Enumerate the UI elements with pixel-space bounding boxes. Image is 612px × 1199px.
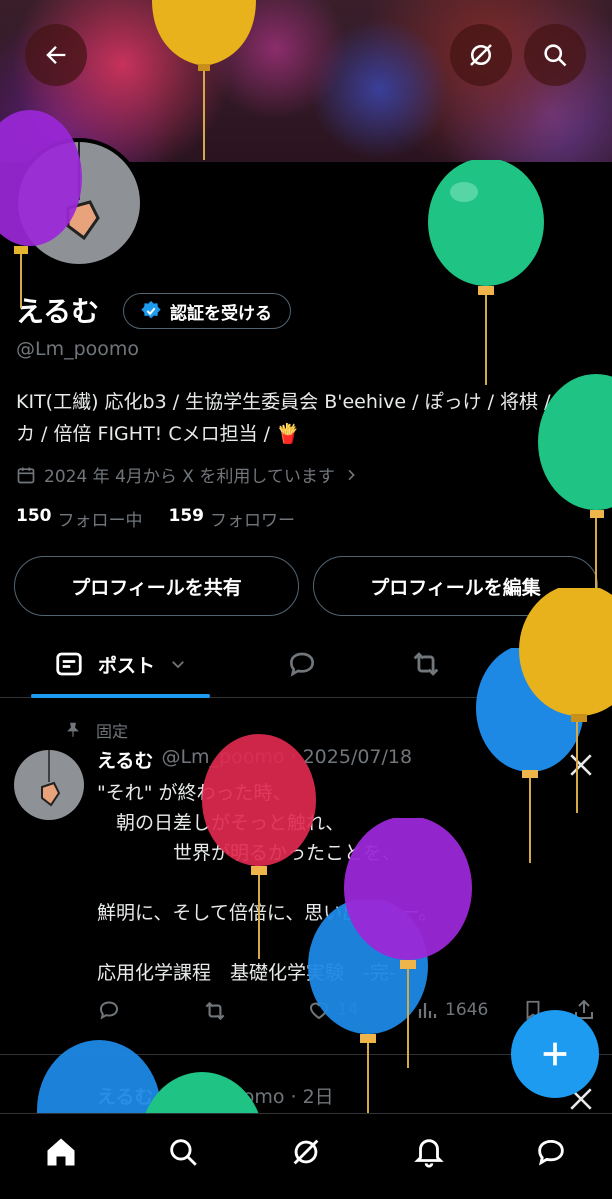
back-button[interactable] <box>25 24 87 86</box>
post-author-name[interactable]: えるむ <box>97 746 153 773</box>
chevron-right-icon <box>348 469 355 480</box>
profile-bio: KIT(工繊) 応化b3 / 生協学生委員会 B'eehive / ぽっけ / … <box>16 391 595 445</box>
search-icon <box>170 1139 197 1166</box>
follow-stats: 150 フォロー中 159 フォロワー <box>16 506 295 531</box>
repost-icon <box>205 1001 225 1021</box>
edit-profile-button[interactable]: プロフィールを編集 <box>313 556 598 616</box>
post-avatar[interactable] <box>14 750 84 820</box>
joined-label: 2024 年 4月から X を利用しています <box>44 467 335 487</box>
views-button[interactable]: 1646 <box>415 998 488 1022</box>
heart-icon <box>309 1002 329 1020</box>
profile-handle: @Lm_poomo <box>16 338 140 360</box>
get-verified-button[interactable]: 認証を受ける <box>123 293 291 329</box>
like-count: 14 <box>337 1000 359 1020</box>
nav-notifications[interactable] <box>409 1132 449 1172</box>
post-handle-date[interactable]: @Lm_poomo · 2025/07/18 <box>161 746 412 773</box>
bottom-navigation <box>0 1113 612 1199</box>
balloon-green <box>428 160 544 385</box>
followers-count[interactable]: 159 <box>169 506 205 531</box>
followers-label[interactable]: フォロワー <box>210 506 295 531</box>
get-verified-label: 認証を受ける <box>170 303 272 324</box>
joined-date[interactable]: 2024 年 4月から X を利用しています <box>16 462 359 487</box>
post-text: "それ" が終わった時、 朝の日差しがそっと触れ、 世界が明るかったことを、 鮮… <box>97 782 438 984</box>
verified-badge-icon <box>141 300 161 319</box>
post2-author-name[interactable]: えるむ <box>97 1082 153 1109</box>
chevron-down-icon <box>172 661 184 669</box>
pin-icon <box>67 722 79 737</box>
nav-messages[interactable] <box>531 1132 571 1172</box>
repost-button[interactable] <box>202 998 228 1024</box>
analytics-icon <box>418 1003 437 1018</box>
nav-grok[interactable] <box>286 1132 326 1172</box>
profile-avatar[interactable] <box>14 138 144 268</box>
x-logo-icon <box>570 754 592 776</box>
nav-search[interactable] <box>163 1132 203 1172</box>
search-button[interactable] <box>524 24 586 86</box>
post2-handle-date[interactable]: @Lm_poomo · 2日 <box>161 1082 333 1109</box>
header-banner-image <box>0 0 612 162</box>
plus-icon <box>543 1042 567 1066</box>
nav-home[interactable] <box>41 1132 81 1172</box>
pendant-lamp-icon <box>41 750 61 807</box>
post-header-2: えるむ @Lm_poomo · 2日 <box>97 1082 334 1109</box>
calendar-icon <box>17 467 35 483</box>
reply-icon <box>99 1001 119 1020</box>
profile-tabs: ポスト <box>0 630 612 698</box>
profile-name: えるむ <box>16 295 100 328</box>
share-profile-button[interactable]: プロフィールを共有 <box>14 556 299 616</box>
following-count[interactable]: 150 <box>16 506 52 531</box>
home-icon <box>47 1138 75 1166</box>
arrow-left-icon <box>46 46 66 64</box>
grok-icon <box>293 1139 319 1165</box>
following-label[interactable]: フォロー中 <box>58 506 143 531</box>
grok-button[interactable] <box>450 24 512 86</box>
tab-posts-label: ポスト <box>97 654 155 677</box>
balloon-yellow-right <box>519 588 612 813</box>
grok-icon <box>470 44 492 66</box>
tab-replies[interactable] <box>272 630 332 698</box>
search-icon <box>544 44 567 67</box>
tab-reposts[interactable] <box>396 630 456 698</box>
compose-post-button[interactable] <box>511 1010 599 1098</box>
pinned-label: 固定 <box>96 722 129 741</box>
tab-posts[interactable]: ポスト <box>31 630 210 698</box>
posts-icon <box>56 652 82 676</box>
post-header: えるむ @Lm_poomo · 2025/07/18 <box>97 746 412 773</box>
view-count: 1646 <box>445 1000 489 1020</box>
repost-icon <box>413 652 439 676</box>
pendant-lamp-icon <box>66 142 100 241</box>
active-tab-indicator <box>31 694 210 698</box>
pinned-indicator: 固定 <box>64 718 128 742</box>
like-button[interactable]: 14 <box>307 998 359 1022</box>
message-icon <box>538 1139 564 1166</box>
bell-icon <box>414 1139 444 1168</box>
reply-icon <box>289 652 315 677</box>
reply-button[interactable] <box>97 998 121 1022</box>
